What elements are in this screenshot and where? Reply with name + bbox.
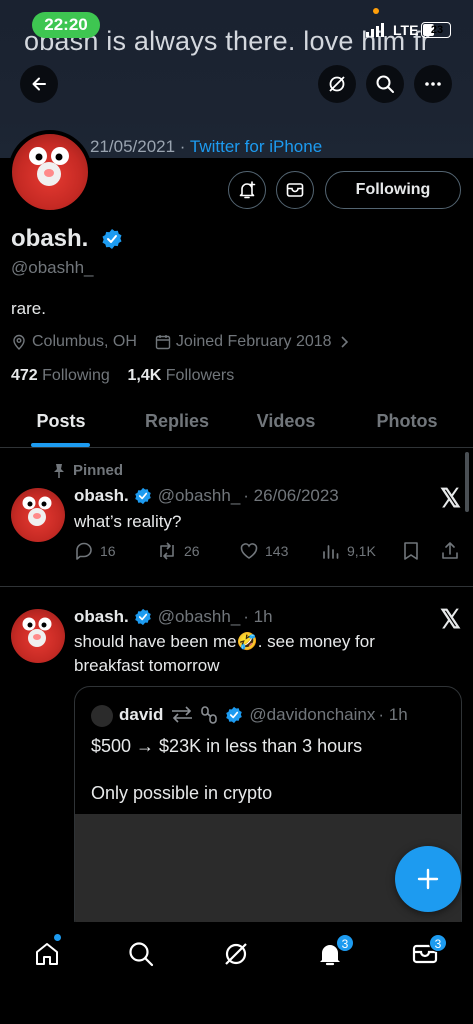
pinned-label: Pinned bbox=[52, 462, 123, 479]
home-unread-dot bbox=[54, 934, 61, 941]
profile-avatar[interactable] bbox=[8, 130, 92, 214]
tweet-author-name[interactable]: obash. bbox=[74, 486, 129, 506]
compose-button[interactable] bbox=[395, 846, 461, 912]
retweet-icon bbox=[160, 542, 174, 560]
quote-handle: @davidonchainx bbox=[249, 705, 376, 724]
tweet-text: what’s reality? bbox=[74, 512, 182, 531]
location: Columbus, OH bbox=[11, 333, 137, 351]
grok-icon bbox=[329, 76, 345, 92]
verified-badge-icon bbox=[135, 608, 151, 626]
tweet-avatar[interactable] bbox=[11, 488, 65, 542]
share-button[interactable] bbox=[440, 541, 466, 561]
nav-home[interactable] bbox=[25, 932, 69, 976]
x-logo-icon: 𝕏 bbox=[440, 483, 461, 513]
profile-handle: @obashh_ bbox=[11, 258, 94, 277]
nav-messages[interactable]: 3 bbox=[403, 932, 447, 976]
nav-notifications[interactable]: 3 bbox=[308, 932, 354, 976]
location-pin-icon bbox=[13, 334, 25, 350]
more-button[interactable] bbox=[414, 65, 452, 103]
grok-button[interactable] bbox=[318, 65, 356, 103]
notifications-badge: 3 bbox=[336, 934, 354, 952]
chevron-right-icon bbox=[341, 336, 348, 348]
search-icon bbox=[129, 942, 154, 967]
tweet-handle: @obashh_ bbox=[157, 607, 241, 626]
status-time: 22:20 bbox=[32, 12, 100, 38]
toggle-on-emoji-icon bbox=[172, 706, 193, 723]
profile-meta: Columbus, OH Joined February 2018 bbox=[11, 332, 373, 352]
quote-text: $500 → $23K in less than 3 hours Only po… bbox=[91, 736, 363, 803]
tweet-header: obash. @obashh_ · 1h bbox=[74, 607, 273, 627]
quote-avatar bbox=[91, 705, 113, 727]
more-icon bbox=[425, 82, 441, 86]
tab-posts[interactable]: Posts bbox=[16, 411, 106, 432]
pin-icon bbox=[54, 463, 64, 478]
verified-badge-icon[interactable] bbox=[101, 228, 123, 250]
verified-badge-icon bbox=[135, 487, 151, 505]
retweet-button[interactable]: 26 bbox=[156, 541, 200, 561]
joined-date[interactable]: Joined February 2018 bbox=[155, 333, 355, 351]
avatar-image bbox=[22, 617, 52, 647]
notify-button[interactable] bbox=[228, 171, 266, 209]
tweet-actions: 16 26 143 9,1K bbox=[74, 541, 462, 565]
profile-bio: rare. bbox=[11, 299, 46, 318]
privacy-indicator bbox=[373, 8, 379, 14]
back-button[interactable] bbox=[20, 65, 58, 103]
message-button[interactable] bbox=[276, 171, 314, 209]
reply-button[interactable]: 16 bbox=[74, 541, 116, 561]
search-icon bbox=[376, 75, 394, 93]
tweet-divider bbox=[0, 586, 473, 587]
quote-author-name: david bbox=[119, 705, 164, 724]
signal-icon bbox=[366, 23, 384, 37]
bottom-nav: 3 3 bbox=[0, 922, 473, 1024]
home-icon bbox=[36, 943, 58, 965]
views-button[interactable]: 9,1K bbox=[321, 541, 376, 561]
tweet-avatar[interactable] bbox=[11, 609, 65, 663]
tweet-time: · 1h bbox=[243, 607, 273, 626]
views-icon bbox=[323, 545, 339, 559]
nav-grok[interactable] bbox=[214, 932, 258, 976]
reply-icon bbox=[76, 542, 92, 560]
tweet-handle: @obashh_ bbox=[157, 486, 241, 505]
quote-time: · 1h bbox=[378, 705, 408, 724]
tweet-time: · 26/06/2023 bbox=[243, 486, 339, 505]
profile-name: obash. bbox=[11, 225, 89, 252]
like-button[interactable]: 143 bbox=[239, 541, 288, 561]
nav-search[interactable] bbox=[119, 932, 163, 976]
heart-icon bbox=[240, 543, 258, 559]
following-link[interactable]: 472 Following bbox=[11, 367, 110, 384]
tweet-text: should have been me🤣. see money for brea… bbox=[74, 632, 375, 675]
bookmark-icon bbox=[404, 542, 418, 560]
joined-text: Joined February 2018 bbox=[175, 333, 332, 350]
messages-badge: 3 bbox=[429, 934, 447, 952]
tabs-divider bbox=[0, 447, 473, 448]
tweet-header: obash. @obashh_ · 26/06/2023 bbox=[74, 486, 339, 506]
scrollbar[interactable] bbox=[465, 452, 469, 512]
tab-replies[interactable]: Replies bbox=[132, 411, 222, 432]
grok-icon bbox=[225, 943, 247, 965]
location-text: Columbus, OH bbox=[32, 333, 137, 350]
calendar-icon bbox=[155, 335, 171, 350]
bell-plus-icon bbox=[239, 181, 256, 199]
back-arrow-icon bbox=[32, 77, 46, 91]
followers-link[interactable]: 1,4K Followers bbox=[128, 367, 235, 384]
quote-header: david @davidonchainx · 1h bbox=[119, 705, 408, 725]
following-button[interactable]: Following bbox=[325, 171, 461, 209]
avatar-image bbox=[29, 147, 69, 186]
network-type: LTE bbox=[393, 22, 419, 38]
envelope-icon bbox=[286, 183, 304, 197]
tab-videos[interactable]: Videos bbox=[241, 411, 331, 432]
verified-badge-icon bbox=[226, 706, 243, 724]
chain-emoji-icon bbox=[201, 706, 218, 724]
avatar-image bbox=[22, 496, 52, 526]
plus-icon bbox=[417, 868, 439, 890]
follow-counts: 472 Following 1,4K Followers bbox=[11, 367, 234, 385]
battery-percent: 23 bbox=[430, 24, 444, 36]
bookmark-button[interactable] bbox=[402, 541, 426, 561]
share-icon bbox=[442, 542, 458, 559]
tab-photos[interactable]: Photos bbox=[362, 411, 452, 432]
search-button[interactable] bbox=[366, 65, 404, 103]
tweet-author-name[interactable]: obash. bbox=[74, 607, 129, 627]
banner-date: 21/05/2021 · Twitter for iPhone bbox=[90, 137, 323, 156]
